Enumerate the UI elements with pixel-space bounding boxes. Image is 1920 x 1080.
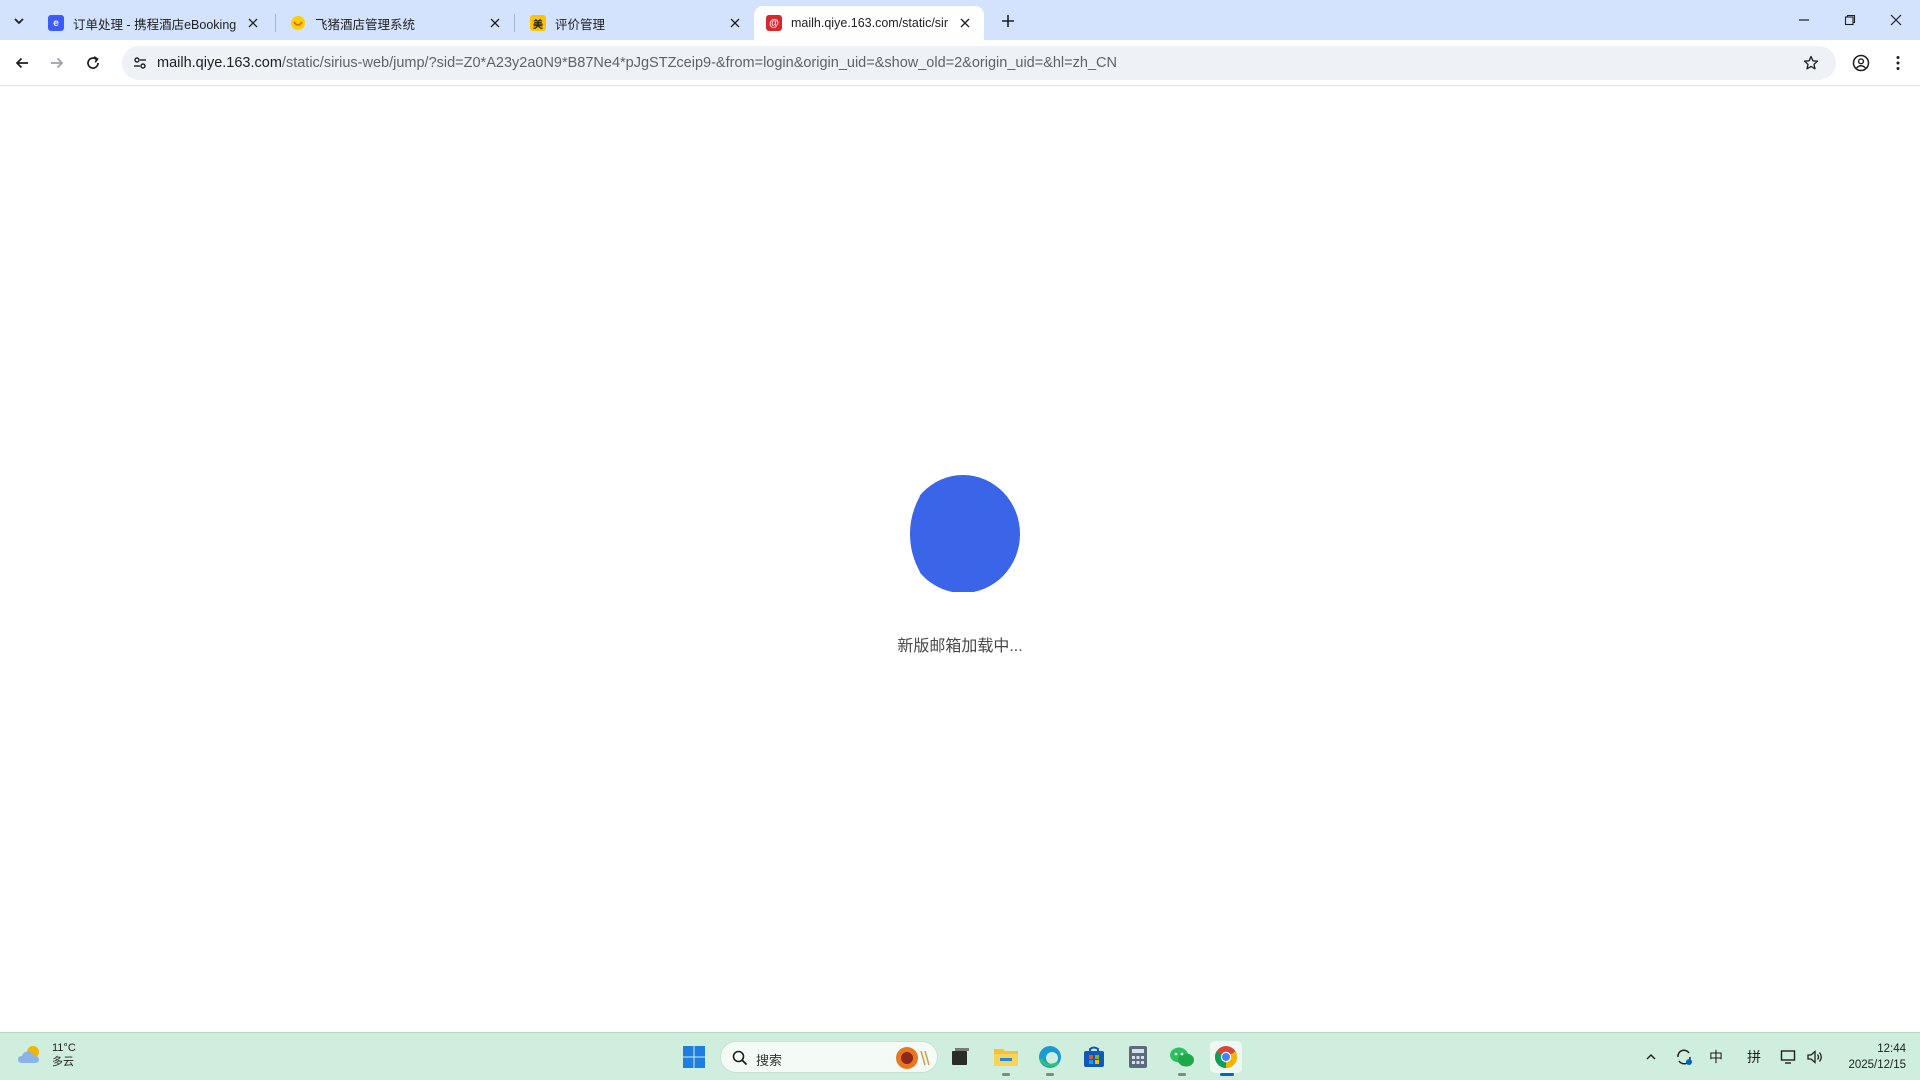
loading-spinner <box>904 475 1020 592</box>
netease-mail-icon: @ <box>766 15 782 31</box>
ebooking-icon: e <box>48 15 64 31</box>
taskbar: 11°C 多云 搜索 中 拼 12:44 2025/12/15 <box>0 1032 1920 1080</box>
search-placeholder: 搜索 <box>756 1053 783 1068</box>
volume-icon <box>1807 1050 1822 1064</box>
tab-separator <box>514 14 515 32</box>
address-bar[interactable]: mailh.qiye.163.com/static/sirius-web/jum… <box>122 46 1836 80</box>
search-icon <box>732 1050 748 1066</box>
tab-title: mailh.qiye.163.com/static/sir <box>791 16 949 30</box>
wechat-icon <box>1170 1047 1194 1067</box>
task-view-icon <box>952 1048 969 1065</box>
chevron-up-icon <box>1646 1054 1656 1060</box>
url-text[interactable]: mailh.qiye.163.com/static/sirius-web/jum… <box>157 55 1117 71</box>
taskbar-search[interactable]: 搜索 <box>720 1041 938 1073</box>
weather-widget[interactable]: 11°C 多云 <box>16 1041 76 1069</box>
running-indicator <box>1178 1073 1186 1076</box>
taskbar-wechat[interactable] <box>1166 1041 1198 1076</box>
network-button[interactable] <box>1778 1045 1800 1069</box>
tab-close-button[interactable] <box>486 14 504 32</box>
show-hidden-icons-button[interactable] <box>1641 1045 1661 1069</box>
store-icon <box>1084 1046 1104 1067</box>
tab-title: 飞猪酒店管理系统 <box>315 17 416 32</box>
restore-icon <box>1844 14 1856 26</box>
taskbar-calculator[interactable] <box>1122 1041 1154 1073</box>
windows-icon <box>683 1046 705 1068</box>
reload-icon <box>87 56 99 69</box>
minimize-button[interactable] <box>1781 0 1827 40</box>
tab-search-button[interactable] <box>7 9 31 33</box>
tab-separator <box>275 14 276 32</box>
url-path: /static/sirius-web/jump/?sid=Z0*A23y2a0N… <box>281 55 1117 71</box>
tab-close-button[interactable] <box>956 14 974 32</box>
chevron-down-icon <box>14 18 24 25</box>
chrome-icon <box>1215 1046 1237 1068</box>
tab-ebooking[interactable]: e 订单处理 - 携程酒店eBooking <box>36 6 272 40</box>
taskbar-edge[interactable] <box>1034 1041 1066 1076</box>
site-info-button[interactable] <box>128 51 152 75</box>
more-vert-icon <box>1896 56 1900 70</box>
new-tab-button[interactable] <box>995 8 1021 34</box>
start-button[interactable] <box>678 1041 710 1073</box>
page-content: 新版邮箱加载中... <box>0 86 1920 1032</box>
taskbar-chrome[interactable] <box>1210 1041 1242 1076</box>
running-indicator <box>1046 1073 1054 1076</box>
volume-button[interactable] <box>1804 1045 1826 1069</box>
plus-icon <box>1002 15 1014 27</box>
restore-button[interactable] <box>1827 0 1873 40</box>
tab-fliggy[interactable]: 飞猪酒店管理系统 <box>278 6 514 40</box>
star-icon <box>1803 55 1819 70</box>
clock[interactable]: 12:44 2025/12/15 <box>1848 1041 1906 1073</box>
tab-close-button[interactable] <box>726 14 744 32</box>
running-indicator <box>1220 1073 1234 1076</box>
minimize-icon <box>1799 19 1809 21</box>
reload-button[interactable] <box>79 49 107 77</box>
network-icon <box>1780 1050 1796 1064</box>
search-highlight-icon <box>896 1047 930 1069</box>
weather-temp: 11°C <box>52 1042 76 1054</box>
calculator-icon <box>1129 1046 1147 1068</box>
running-indicator <box>1002 1073 1010 1076</box>
tab-title: 评价管理 <box>555 17 606 32</box>
sync-tray-button[interactable] <box>1672 1045 1696 1069</box>
menu-button[interactable] <box>1885 50 1911 76</box>
edge-icon <box>1039 1046 1061 1068</box>
tab-review-management[interactable]: 美 评价管理 <box>518 6 754 40</box>
ime-language-indicator[interactable]: 中 <box>1704 1045 1728 1069</box>
arrow-left-icon <box>15 57 28 69</box>
tab-strip: e 订单处理 - 携程酒店eBooking 飞猪酒店管理系统 美 评价管理 @ … <box>0 0 1920 40</box>
ime-mode-indicator[interactable]: 拼 <box>1742 1045 1766 1069</box>
sync-icon <box>1677 1049 1692 1065</box>
meituan-icon: 美 <box>530 15 546 31</box>
browser-toolbar: mailh.qiye.163.com/static/sirius-web/jum… <box>0 40 1920 86</box>
tune-icon <box>134 57 146 69</box>
account-icon <box>1852 54 1870 72</box>
arrow-right-icon <box>51 57 64 69</box>
taskbar-file-explorer[interactable] <box>990 1041 1022 1076</box>
task-view-button[interactable] <box>944 1041 976 1073</box>
weather-condition: 多云 <box>52 1056 74 1068</box>
profile-button[interactable] <box>1848 50 1874 76</box>
close-icon <box>1890 14 1902 26</box>
close-icon <box>490 18 500 28</box>
tab-netease-mail[interactable]: @ mailh.qiye.163.com/static/sir <box>754 6 984 40</box>
clock-date: 2025/12/15 <box>1848 1059 1906 1071</box>
tab-close-button[interactable] <box>244 14 262 32</box>
close-icon <box>248 18 258 28</box>
close-icon <box>730 18 740 28</box>
loading-text: 新版邮箱加载中... <box>897 638 1023 655</box>
fliggy-icon <box>290 15 306 31</box>
cloud-sun-icon <box>18 1046 39 1063</box>
taskbar-store[interactable] <box>1078 1041 1110 1073</box>
back-button[interactable] <box>8 49 36 77</box>
folder-icon <box>994 1049 1018 1066</box>
clock-time: 12:44 <box>1877 1043 1906 1055</box>
url-host: mailh.qiye.163.com <box>157 55 282 71</box>
close-icon <box>960 18 970 28</box>
close-window-button[interactable] <box>1873 0 1919 40</box>
tab-title: 订单处理 - 携程酒店eBooking <box>73 17 237 32</box>
bookmark-button[interactable] <box>1800 52 1822 74</box>
forward-button[interactable] <box>43 49 71 77</box>
